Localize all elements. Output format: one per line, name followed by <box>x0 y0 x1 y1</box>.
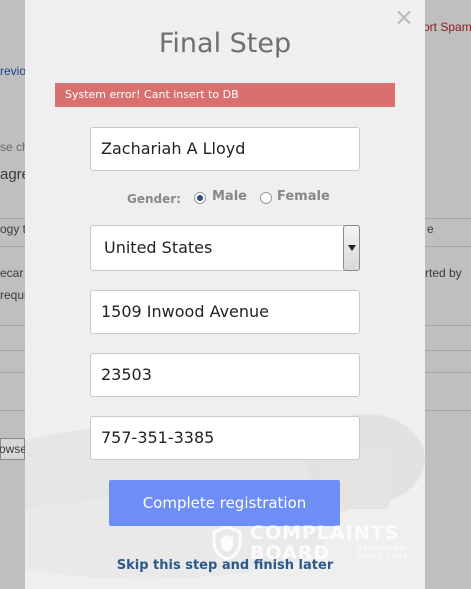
bg-divider <box>425 246 471 247</box>
shield-logo-icon <box>212 526 242 560</box>
bg-divider <box>0 325 25 326</box>
close-icon[interactable]: × <box>393 5 415 29</box>
modal-title: Final Step <box>158 28 292 59</box>
bg-snippet: ecar <box>0 266 24 280</box>
gender-female-radio[interactable] <box>260 192 272 204</box>
bg-divider <box>0 350 25 351</box>
bg-divider <box>425 350 471 351</box>
bg-divider <box>425 410 471 411</box>
registration-modal: × Final Step System error! Cant insert t… <box>25 0 425 589</box>
gender-male-label[interactable]: Male <box>212 189 247 204</box>
bg-snippet: e <box>427 222 434 236</box>
complete-registration-button[interactable]: Complete registration <box>109 480 340 526</box>
bg-divider <box>0 246 25 247</box>
watermark-tagline-2: SINCE 2004 <box>357 552 409 560</box>
watermark-tagline: RESOLVING SINCE 2004 <box>357 544 408 560</box>
error-banner: System error! Cant insert to DB <box>55 83 395 107</box>
name-field[interactable]: Zachariah A Lloyd <box>90 127 360 171</box>
browse-button[interactable]: owse <box>0 438 28 460</box>
report-spam-link[interactable]: ort Spam <box>423 20 471 34</box>
previous-link[interactable]: revio <box>0 64 26 78</box>
gender-male-radio[interactable] <box>194 192 206 204</box>
bg-snippet: rted by <box>425 266 462 280</box>
country-select-value: United States <box>104 238 213 257</box>
bg-divider <box>0 218 25 219</box>
bg-snippet: requi <box>0 288 27 302</box>
chevron-down-icon[interactable] <box>343 225 360 271</box>
bg-divider <box>425 218 471 219</box>
watermark-line2: BOARD <box>250 542 331 564</box>
skip-step-link[interactable]: Skip this step and finish later <box>25 558 425 573</box>
address-field[interactable]: 1509 Inwood Avenue <box>90 290 360 334</box>
bg-divider <box>425 325 471 326</box>
gender-female-label[interactable]: Female <box>277 189 330 204</box>
bg-divider <box>425 372 471 373</box>
phone-field[interactable]: 757-351-3385 <box>90 416 360 460</box>
bg-divider <box>0 372 25 373</box>
watermark-line1: COMPLAINTS <box>250 522 400 544</box>
watermark-tagline-1: RESOLVING <box>357 544 406 552</box>
bg-divider <box>0 410 25 411</box>
zip-field[interactable]: 23503 <box>90 353 360 397</box>
country-select[interactable]: United States <box>90 225 360 271</box>
gender-label: Gender: <box>127 192 181 206</box>
browse-button-label: owse <box>0 442 28 456</box>
